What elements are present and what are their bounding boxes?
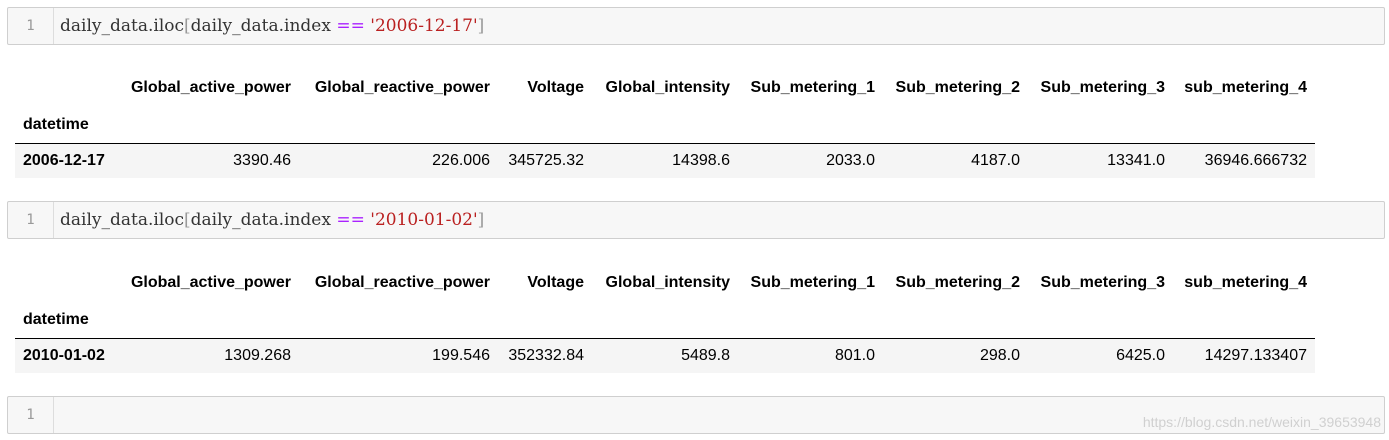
code-token: daily_data.index bbox=[190, 210, 337, 230]
table-cell: 801.0 bbox=[834, 347, 875, 364]
line-number: 1 bbox=[8, 397, 54, 433]
code-token: ] bbox=[477, 210, 485, 230]
column-header: Voltage bbox=[527, 79, 584, 96]
table-cell: 345725.32 bbox=[508, 152, 584, 169]
column-header: Sub_metering_3 bbox=[1040, 79, 1165, 96]
table-cell: 13341.0 bbox=[1107, 152, 1165, 169]
code-operator: == bbox=[336, 210, 365, 230]
column-header: Sub_metering_1 bbox=[750, 79, 875, 96]
code-cell-1[interactable]: 1 daily_data.iloc[daily_data.index == '2… bbox=[7, 7, 1385, 45]
code-token: daily_data.iloc bbox=[60, 210, 185, 230]
column-header: Voltage bbox=[527, 274, 584, 291]
column-header: Global_reactive_power bbox=[314, 79, 490, 96]
table-cell: 352332.84 bbox=[508, 347, 584, 364]
table-cell: 5489.8 bbox=[681, 347, 730, 364]
column-header: Global_active_power bbox=[130, 79, 291, 96]
code-token: ] bbox=[477, 16, 485, 36]
column-header: sub_metering_4 bbox=[1184, 274, 1307, 291]
row-index: 2006-12-17 bbox=[23, 152, 105, 169]
code-string: '2006-12-17' bbox=[370, 16, 478, 36]
watermark: https://blog.csdn.net/weixin_39653948 bbox=[1142, 414, 1381, 430]
table-cell: 298.0 bbox=[979, 347, 1020, 364]
code-token: [ bbox=[184, 210, 191, 230]
line-number: 1 bbox=[8, 202, 54, 238]
code-token: [ bbox=[184, 16, 191, 36]
dataframe-output-1: Global_active_power Global_reactive_powe… bbox=[15, 69, 1315, 178]
table-cell: 6425.0 bbox=[1116, 347, 1165, 364]
line-number: 1 bbox=[8, 8, 54, 44]
code-token: daily_data.iloc bbox=[60, 16, 185, 36]
dataframe-output-2: Global_active_power Global_reactive_powe… bbox=[15, 264, 1315, 373]
index-corner bbox=[15, 69, 117, 107]
column-header: Sub_metering_2 bbox=[895, 274, 1020, 291]
table-row: 2010-01-02 1309.268 199.546 352332.84 54… bbox=[15, 338, 1315, 373]
column-header: Sub_metering_3 bbox=[1040, 274, 1165, 291]
table-cell: 3390.46 bbox=[233, 152, 291, 169]
index-corner bbox=[15, 264, 117, 302]
code-string: '2010-01-02' bbox=[370, 210, 478, 230]
column-header: Global_active_power bbox=[130, 274, 291, 291]
table-cell: 1309.268 bbox=[224, 347, 291, 364]
column-header: sub_metering_4 bbox=[1184, 79, 1307, 96]
column-header: Global_intensity bbox=[605, 274, 730, 291]
row-index: 2010-01-02 bbox=[23, 347, 105, 364]
column-header: Sub_metering_1 bbox=[750, 274, 875, 291]
table-cell: 14398.6 bbox=[672, 152, 730, 169]
index-name: datetime bbox=[15, 302, 117, 339]
code-operator: == bbox=[336, 16, 365, 36]
code-token: daily_data.index bbox=[190, 16, 337, 36]
table-row: 2006-12-17 3390.46 226.006 345725.32 143… bbox=[15, 143, 1315, 178]
table-cell: 226.006 bbox=[432, 152, 490, 169]
code-cell-2[interactable]: 1 daily_data.iloc[daily_data.index == '2… bbox=[7, 201, 1385, 239]
table-cell: 4187.0 bbox=[971, 152, 1020, 169]
column-header: Global_reactive_power bbox=[314, 274, 490, 291]
table-cell: 36946.666732 bbox=[1204, 152, 1307, 169]
column-header: Global_intensity bbox=[605, 79, 730, 96]
index-name: datetime bbox=[15, 107, 117, 144]
table-cell: 14297.133407 bbox=[1204, 347, 1307, 364]
code-editor[interactable]: daily_data.iloc[daily_data.index == '201… bbox=[60, 202, 484, 238]
table-cell: 2033.0 bbox=[826, 152, 875, 169]
column-header: Sub_metering_2 bbox=[895, 79, 1020, 96]
code-editor[interactable]: daily_data.iloc[daily_data.index == '200… bbox=[60, 8, 484, 44]
table-cell: 199.546 bbox=[432, 347, 490, 364]
